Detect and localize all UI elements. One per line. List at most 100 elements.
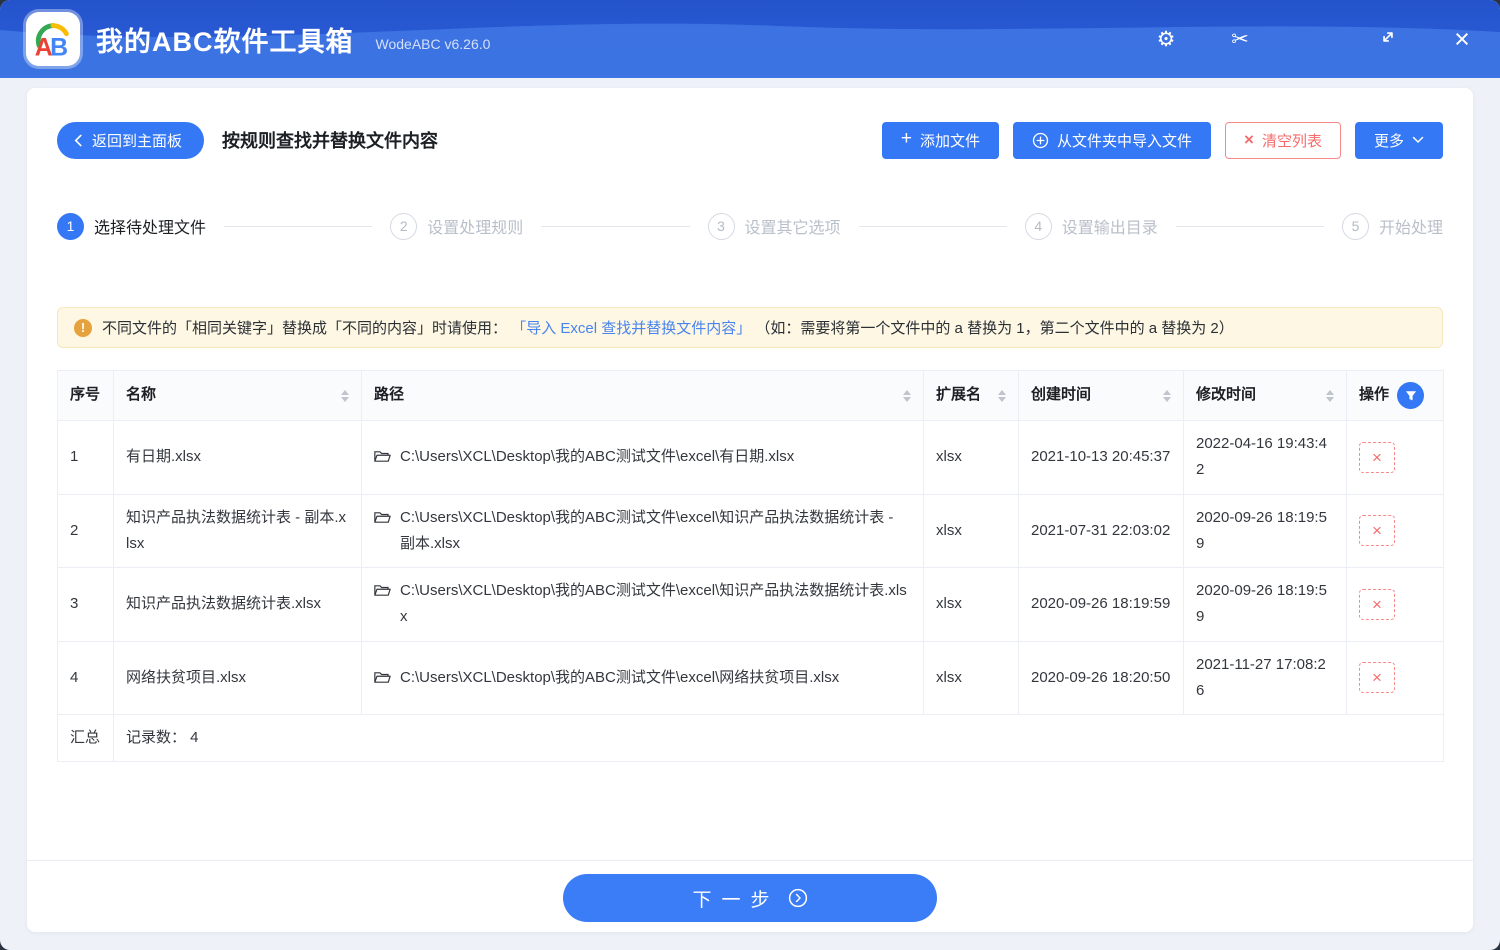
cell-modified: 2021-11-27 17:08:26 (1183, 640, 1347, 715)
step-4-output-dir: 4 设置输出目录 (1024, 212, 1158, 240)
chevron-down-icon (1412, 136, 1424, 144)
step-5-start: 5 开始处理 (1342, 212, 1443, 240)
sort-carets-modified[interactable] (1326, 389, 1334, 402)
plus-icon: + (900, 128, 912, 149)
titlebar-controls: ⚙ ✂ × (1154, 25, 1474, 53)
warning-text: 不同文件的「相同关键字」替换成「不同的内容」时请使用： 「导入 Excel 查找… (102, 320, 1234, 337)
next-step-button[interactable]: 下一步 (563, 874, 937, 922)
app-window: A B 我的ABC软件工具箱 WodeABC v6.26.0 ⚙ ✂ × 返回到… (0, 0, 1500, 950)
sort-carets-ext[interactable] (998, 389, 1006, 402)
table-row: 2 知识产品执法数据统计表 - 副本.xlsx C:\Users\XCL\Des… (57, 493, 1444, 568)
step-connector (224, 225, 373, 227)
import-from-folder-label: 从文件夹中导入文件 (1057, 132, 1193, 150)
cell-name: 知识产品执法数据统计表 - 副本.xlsx (113, 493, 362, 568)
summary-row: 汇总 记录数： 4 (57, 713, 1444, 763)
cell-created: 2020-09-26 18:19:59 (1018, 567, 1184, 642)
main-area: 返回到主面板 按规则查找并替换文件内容 + 添加文件 从文件夹中导入文件 × 清… (0, 78, 1500, 950)
app-title: 我的ABC软件工具箱 (96, 26, 354, 57)
cell-modified: 2022-04-16 19:43:42 (1183, 420, 1347, 495)
cell-action: × (1346, 493, 1444, 568)
step-3-number: 3 (707, 212, 735, 240)
step-1-number: 1 (57, 212, 84, 240)
cell-path: C:\Users\XCL\Desktop\我的ABC测试文件\excel\有日期… (361, 420, 924, 495)
col-header-created[interactable]: 创建时间 (1018, 370, 1184, 421)
folder-open-icon (374, 511, 391, 523)
add-files-button[interactable]: + 添加文件 (881, 121, 1000, 159)
clear-list-button[interactable]: × 清空列表 (1225, 121, 1341, 159)
cell-name: 知识产品执法数据统计表.xlsx (113, 567, 362, 642)
sort-carets-path[interactable] (903, 389, 911, 402)
back-to-dashboard-button[interactable]: 返回到主面板 (57, 121, 205, 159)
cell-index: 4 (57, 640, 114, 715)
summary-label: 汇总 (57, 713, 114, 763)
step-3-label: 设置其它选项 (744, 220, 841, 237)
step-2-number: 2 (390, 212, 418, 240)
titlebar-left: A B 我的ABC软件工具箱 WodeABC v6.26.0 (26, 12, 490, 66)
warning-banner: ! 不同文件的「相同关键字」替换成「不同的内容」时请使用： 「导入 Excel … (57, 307, 1443, 348)
circle-plus-icon (1032, 132, 1049, 148)
app-logo-icon: A B (35, 23, 69, 61)
cell-created: 2020-09-26 18:20:50 (1018, 640, 1184, 715)
titlebar: A B 我的ABC软件工具箱 WodeABC v6.26.0 ⚙ ✂ × (0, 0, 1500, 78)
cell-created: 2021-07-31 22:03:02 (1018, 493, 1184, 568)
table-row: 1 有日期.xlsx C:\Users\XCL\Desktop\我的ABC测试文… (57, 420, 1444, 495)
table-row: 3 知识产品执法数据统计表.xlsx C:\Users\XCL\Desktop\… (57, 567, 1444, 642)
step-4-label: 设置输出目录 (1061, 220, 1158, 237)
cell-created: 2021-10-13 20:45:37 (1018, 420, 1184, 495)
cell-path: C:\Users\XCL\Desktop\我的ABC测试文件\excel\知识产… (361, 493, 924, 568)
cell-index: 1 (57, 420, 114, 495)
cell-modified: 2020-09-26 18:19:59 (1183, 493, 1347, 568)
import-from-folder-button[interactable]: 从文件夹中导入文件 (1013, 121, 1212, 159)
sort-carets-name[interactable] (341, 389, 349, 402)
step-connector (858, 225, 1007, 227)
app-logo: A B (26, 12, 80, 66)
scissors-icon[interactable]: ✂ (1228, 29, 1252, 50)
delete-row-button[interactable]: × (1359, 515, 1395, 547)
delete-row-button[interactable]: × (1359, 588, 1395, 620)
cell-name: 有日期.xlsx (113, 420, 362, 495)
minimize-button[interactable] (1302, 29, 1326, 50)
sort-carets-created[interactable] (1163, 389, 1171, 402)
cell-name: 网络扶贫项目.xlsx (113, 640, 362, 715)
resize-diagonal-icon (1383, 32, 1393, 42)
step-1-label: 选择待处理文件 (94, 220, 207, 237)
folder-open-icon (374, 671, 391, 683)
close-button[interactable]: × (1450, 25, 1474, 53)
step-1-select-files: 1 选择待处理文件 (57, 212, 207, 240)
app-version: WodeABC v6.26.0 (375, 36, 491, 52)
col-header-name[interactable]: 名称 (113, 370, 362, 421)
chevron-left-icon (74, 134, 82, 146)
card-header: 返回到主面板 按规则查找并替换文件内容 + 添加文件 从文件夹中导入文件 × 清… (57, 120, 1443, 160)
wizard-steps: 1 选择待处理文件 2 设置处理规则 3 设置其它选项 4 设置输出目录 5 开… (57, 205, 1443, 247)
delete-row-button[interactable]: × (1359, 441, 1395, 473)
col-header-modified[interactable]: 修改时间 (1183, 370, 1347, 421)
header-actions: + 添加文件 从文件夹中导入文件 × 清空列表 更多 (881, 121, 1443, 159)
step-connector (541, 225, 690, 227)
cell-ext: xlsx (923, 640, 1019, 715)
circle-arrow-right-icon (788, 888, 807, 908)
settings-gear-icon[interactable]: ⚙ (1154, 29, 1178, 50)
cell-ext: xlsx (923, 493, 1019, 568)
svg-text:B: B (50, 33, 68, 61)
filter-button[interactable] (1397, 382, 1425, 409)
cell-index: 3 (57, 567, 114, 642)
step-2-label: 设置处理规则 (427, 220, 524, 237)
maximize-button[interactable] (1376, 28, 1400, 50)
cell-ext: xlsx (923, 567, 1019, 642)
step-5-number: 5 (1342, 212, 1369, 240)
col-header-index: 序号 (57, 370, 114, 421)
table-row: 4 网络扶贫项目.xlsx C:\Users\XCL\Desktop\我的ABC… (57, 640, 1444, 715)
cell-index: 2 (57, 493, 114, 568)
col-header-action: 操作 (1346, 370, 1444, 421)
file-list-table: 序号 名称 路径 扩展名 创建时间 修改时间 操作 1 有日期.xlsx C:\… (57, 370, 1444, 763)
cell-path: C:\Users\XCL\Desktop\我的ABC测试文件\excel\网络扶… (361, 640, 924, 715)
excel-import-link[interactable]: 「导入 Excel 查找并替换文件内容」 (511, 320, 751, 337)
cell-action: × (1346, 420, 1444, 495)
more-button[interactable]: 更多 (1354, 121, 1443, 159)
col-header-path[interactable]: 路径 (361, 370, 924, 421)
folder-open-icon (374, 451, 391, 462)
delete-row-button[interactable]: × (1359, 662, 1395, 694)
step-4-number: 4 (1024, 212, 1052, 240)
col-header-ext[interactable]: 扩展名 (923, 370, 1019, 421)
more-label: 更多 (1373, 132, 1404, 150)
